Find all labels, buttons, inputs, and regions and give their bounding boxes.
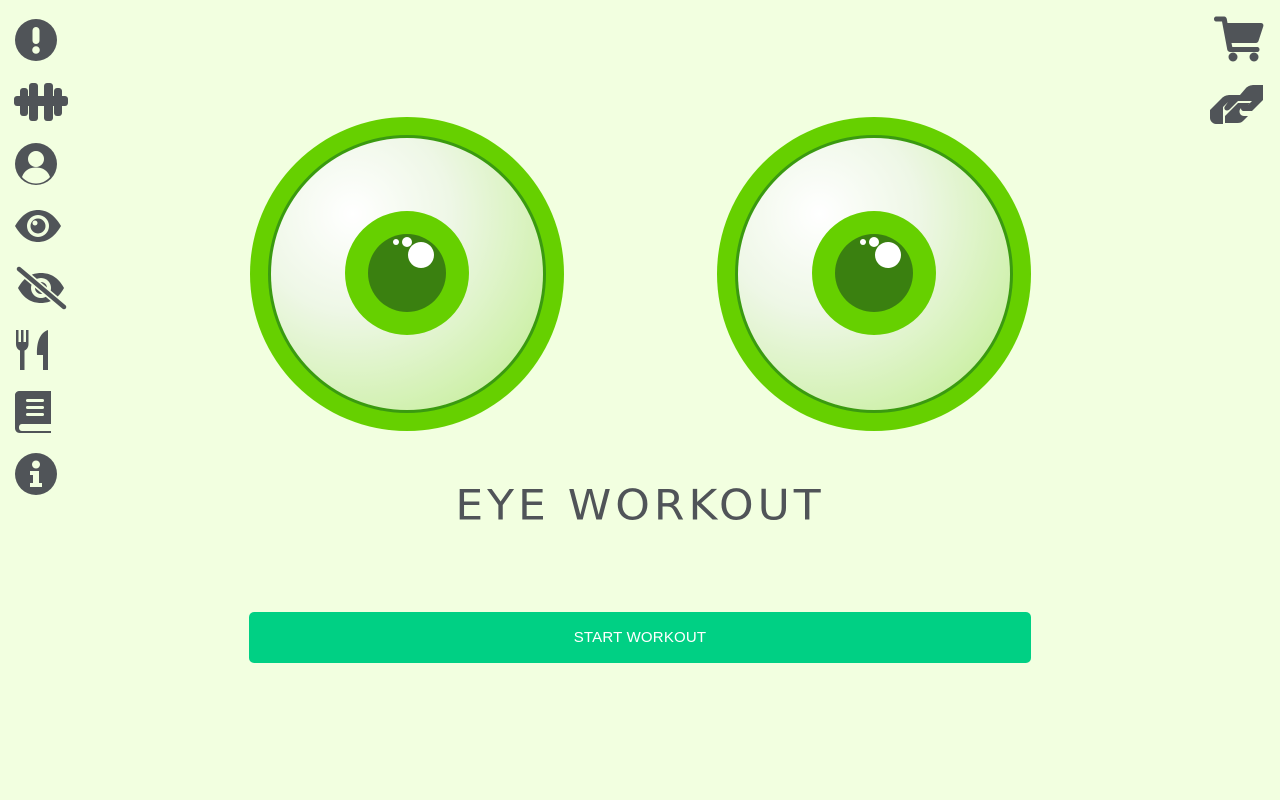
eyes-illustration (0, 0, 1280, 460)
app-page: EYE WORKOUT START WORKOUT (0, 0, 1280, 800)
left-eye-graphic (250, 117, 564, 431)
page-title: EYE WORKOUT (455, 481, 825, 530)
right-eye-graphic (717, 117, 1031, 431)
start-workout-button[interactable]: START WORKOUT (249, 612, 1031, 663)
